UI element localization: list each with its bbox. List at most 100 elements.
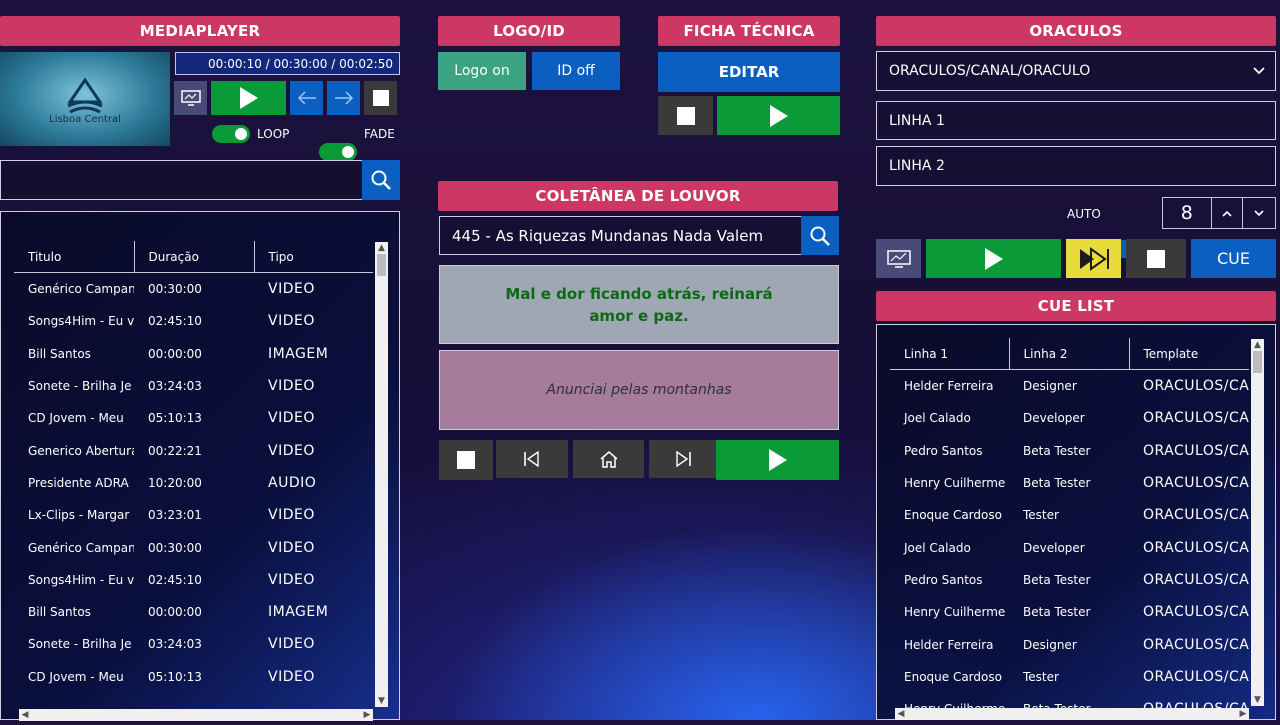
media-next-button[interactable] [327,81,360,115]
table-cell: VIDEO [268,410,315,427]
media-search-button[interactable] [362,160,400,200]
table-cell: ORACULOS/CA [1143,410,1249,427]
scrollbar-thumb[interactable] [377,254,386,276]
arrow-left-icon [297,91,316,105]
col-linha2[interactable]: Linha 2 [1009,338,1130,370]
table-row[interactable]: Generico Abertura 00:22:21 VIDEO [14,434,373,466]
chevron-left-icon[interactable]: ◀ [19,709,31,721]
col-tipo[interactable]: Tipo [254,241,373,273]
chevron-left-icon[interactable]: ◀ [895,708,907,720]
oraculos-stop-button[interactable] [1126,239,1186,278]
ficha-stop-button[interactable] [658,96,713,135]
next-lyric-slide[interactable]: Anunciai pelas montanhas [439,350,839,430]
table-row[interactable]: Bill Santos 00:00:00 IMAGEM [14,338,373,370]
media-prev-button[interactable] [290,81,323,115]
table-row[interactable]: Sonete - Brilha Je 03:24:03 VIDEO [14,628,373,660]
table-cell: Generico Abertura [28,443,134,458]
table-row[interactable]: Presidente ADRA 10:20:00 AUDIO [14,467,373,499]
media-table-header: Titulo Duração Tipo [14,241,373,273]
chevron-down-icon[interactable]: ▼ [1251,694,1264,706]
table-row[interactable]: Sonete - Brilha Je 03:24:03 VIDEO [14,370,373,402]
table-cell: VIDEO [268,571,315,588]
table-row[interactable]: Henry Cuilherme Beta Tester ORACULOS/CA [890,467,1249,499]
lyrics-play-button[interactable] [716,440,839,480]
chevron-up-icon[interactable]: ▲ [375,242,388,254]
linha2-input[interactable]: LINHA 2 [876,146,1276,186]
media-stop-button[interactable] [364,81,397,115]
cue-horizontal-scrollbar[interactable]: ◀ ▶ [895,708,1249,720]
media-thumbnail[interactable]: Lisboa Central [0,52,170,146]
table-row[interactable]: Joel Calado Developer ORACULOS/CA [890,402,1249,434]
table-row[interactable]: Pedro Santos Beta Tester ORACULOS/CA [890,564,1249,596]
oraculos-next-button[interactable] [1066,239,1121,278]
lyrics-stop-button[interactable] [439,440,493,480]
oraculos-screen-button[interactable] [876,239,921,278]
template-select[interactable]: ORACULOS/CANAL/ORACULO [876,51,1276,91]
media-play-button[interactable] [211,81,286,115]
table-row[interactable]: Songs4Him - Eu v 02:45:10 VIDEO [14,564,373,596]
timecode-display: 00:00:10 / 00:30:00 / 00:02:50 [175,52,400,75]
table-cell: Bill Santos [28,605,91,620]
lyrics-prev-button[interactable] [496,440,568,478]
chevron-right-icon[interactable]: ▶ [361,709,373,721]
song-search-button[interactable] [801,216,839,255]
chevron-down-icon[interactable]: ▼ [375,695,388,707]
lyrics-next-button[interactable] [649,440,717,478]
table-cell: ORACULOS/CA [1143,668,1249,685]
logo-header: LOGO/ID [438,16,620,46]
col-duracao[interactable]: Duração [134,241,255,273]
table-cell: Joel Calado [904,540,971,555]
chevron-up-icon[interactable]: ▲ [1251,339,1264,351]
table-row[interactable]: Enoque Cardoso Tester ORACULOS/CA [890,661,1249,693]
table-cell: ORACULOS/CA [1143,442,1249,459]
table-cell: Enoque Cardoso [904,669,1002,684]
cue-vertical-scrollbar[interactable]: ▲ ▼ [1251,339,1264,706]
col-template[interactable]: Template [1129,338,1249,370]
cue-button[interactable]: CUE [1191,239,1276,278]
table-cell: Joel Calado [904,411,971,426]
lyrics-home-button[interactable] [573,440,644,478]
play-icon [768,449,787,471]
id-off-button[interactable]: ID off [532,52,620,90]
stop-icon [457,451,475,469]
table-row[interactable]: Lx-Clips - Margar 03:23:01 VIDEO [14,499,373,531]
ficha-edit-button[interactable]: EDITAR [658,52,840,92]
stepper-down-button[interactable] [1243,198,1275,228]
scrollbar-thumb[interactable] [1253,351,1262,373]
table-row[interactable]: Joel Calado Developer ORACULOS/CA [890,531,1249,563]
duration-stepper[interactable]: 8 [1162,197,1276,229]
table-row[interactable]: Henry Cuilherme Beta Tester ORACULOS/CA [890,596,1249,628]
output-screen-button[interactable] [174,81,207,115]
chevron-right-icon[interactable]: ▶ [1237,708,1249,720]
table-row[interactable]: CD Jovem - Meu 05:10:13 VIDEO [14,661,373,693]
oraculos-play-button[interactable] [926,239,1061,278]
logo-on-button[interactable]: Logo on [438,52,526,90]
media-vertical-scrollbar[interactable]: ▲ ▼ [375,242,388,707]
table-row[interactable]: CD Jovem - Meu 05:10:13 VIDEO [14,402,373,434]
thumbnail-title: Lisboa Central [49,114,121,125]
loop-toggle[interactable] [212,125,250,143]
table-row[interactable]: Bill Santos 00:00:00 IMAGEM [14,596,373,628]
table-row[interactable]: Pedro Santos Beta Tester ORACULOS/CA [890,435,1249,467]
fade-toggle[interactable] [319,143,357,161]
linha1-input[interactable]: LINHA 1 [876,101,1276,140]
stepper-up-button[interactable] [1212,198,1244,228]
table-row[interactable]: Helder Ferreira Designer ORACULOS/CA [890,628,1249,660]
table-row[interactable]: Enoque Cardoso Tester ORACULOS/CA [890,499,1249,531]
table-cell: Songs4Him - Eu v [28,314,134,329]
table-row[interactable]: Genérico Campan 00:30:00 VIDEO [14,273,373,306]
col-linha1[interactable]: Linha 1 [890,338,1010,370]
stop-icon [372,90,389,106]
stepper-value[interactable]: 8 [1163,198,1212,228]
media-horizontal-scrollbar[interactable]: ◀ ▶ [19,709,373,721]
col-titulo[interactable]: Titulo [14,241,135,273]
media-search-input[interactable] [0,160,363,200]
table-cell: Sonete - Brilha Je [28,637,132,652]
current-lyric-slide[interactable]: Mal e dor ficando atrás, reinará amor e … [439,265,839,344]
table-row[interactable]: Genérico Campan 00:30:00 VIDEO [14,531,373,563]
ficha-play-button[interactable] [717,96,840,135]
table-row[interactable]: Songs4Him - Eu v 02:45:10 VIDEO [14,305,373,337]
search-icon [810,226,830,246]
song-search-input[interactable]: 445 - As Riquezas Mundanas Nada Valem [439,216,802,255]
table-row[interactable]: Helder Ferreira Designer ORACULOS/CA [890,370,1249,403]
